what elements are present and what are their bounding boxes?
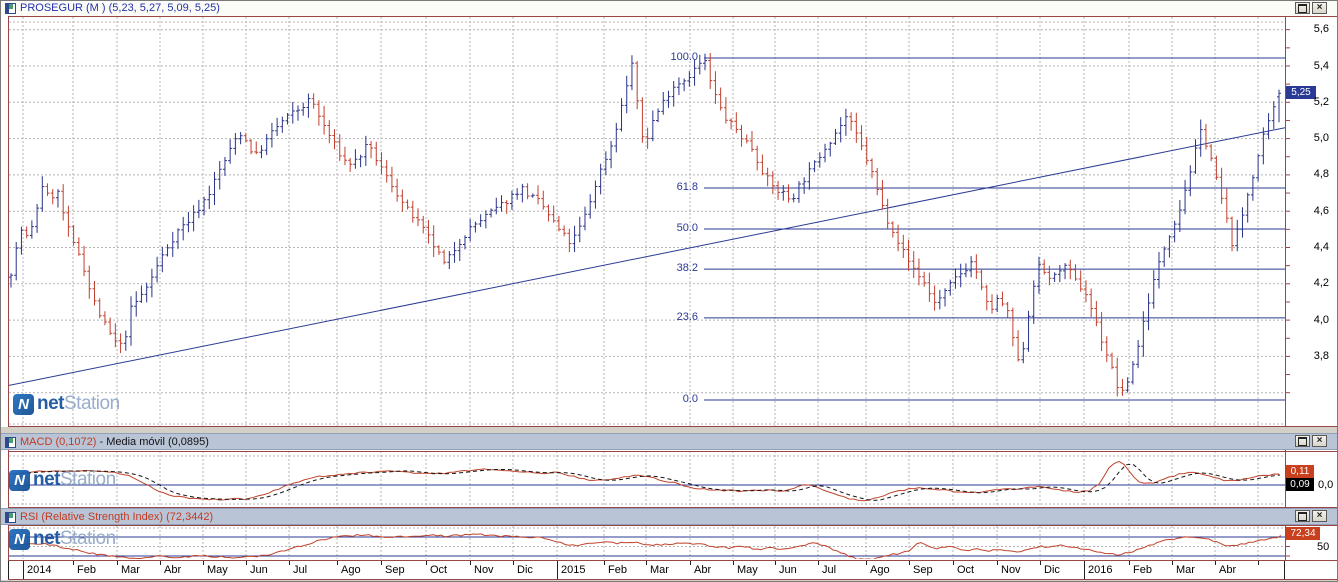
time-axis-label: Ago [870, 564, 890, 576]
time-axis-label: Mar [121, 564, 140, 576]
time-axis-label: Jun [779, 564, 797, 576]
chart-window-icon [5, 3, 16, 14]
close-button-rsi[interactable]: × [1312, 510, 1327, 522]
time-axis-label: Abr [1219, 564, 1236, 576]
rsi-panel-icon [5, 512, 16, 523]
month-tick [1040, 561, 1041, 565]
month-tick [690, 561, 691, 565]
time-axis-label: Feb [1133, 564, 1152, 576]
time-axis-label: Abr [164, 564, 181, 576]
month-tick [775, 561, 776, 565]
main-title-bar: PROSEGUR (M ) (5,23, 5,27, 5,09, 5,25) [1, 1, 1338, 16]
time-axis-label: 2014 [27, 564, 51, 576]
close-button-macd[interactable]: × [1312, 435, 1327, 447]
macd-subtitle: Media móvil (0,0895) [106, 436, 209, 448]
year-divider [557, 561, 558, 579]
rsi-header: RSI (Relative Strength Index) (72,3442) [1, 508, 1338, 525]
month-tick [953, 561, 954, 565]
year-divider [23, 561, 24, 579]
price-axis[interactable] [1286, 17, 1336, 426]
close-icon: × [1317, 512, 1323, 520]
time-axis-label: Nov [1001, 564, 1021, 576]
time-axis-label: May [737, 564, 758, 576]
time-axis-label: Oct [430, 564, 447, 576]
rsi-title: RSI (Relative Strength Index) (72,3442) [20, 511, 213, 523]
macd-zero-label: 0,0 [1318, 479, 1333, 491]
month-tick [1215, 561, 1216, 565]
time-axis-label: May [207, 564, 228, 576]
rsi-value-badge: 72,34 [1286, 527, 1320, 540]
maximize-icon [1298, 437, 1307, 446]
month-tick [289, 561, 290, 565]
time-axis-label: Dic [517, 564, 533, 576]
month-tick [818, 561, 819, 565]
time-axis-label: Oct [957, 564, 974, 576]
month-tick [117, 561, 118, 565]
main-plot-area[interactable] [9, 17, 1285, 426]
time-axis-label: 2015 [561, 564, 585, 576]
close-button-main[interactable]: × [1312, 2, 1327, 14]
month-tick [160, 561, 161, 565]
maximize-button-main[interactable] [1295, 2, 1310, 14]
close-icon: × [1317, 4, 1323, 12]
month-tick [1129, 561, 1130, 565]
netstation-window: PROSEGUR (M ) (5,23, 5,27, 5,09, 5,25) ×… [0, 0, 1338, 582]
window-title: PROSEGUR (M ) (5,23, 5,27, 5,09, 5,25) [20, 2, 220, 14]
month-tick [470, 561, 471, 565]
month-tick [246, 561, 247, 565]
month-tick [1258, 561, 1259, 565]
macd-title: MACD (0,1072) - Media móvil (0,0895) [20, 436, 209, 448]
time-axis-label: Feb [77, 564, 96, 576]
month-tick [73, 561, 74, 565]
rsi-mid-label: 50 [1317, 541, 1329, 553]
axis-edge-divider [8, 561, 9, 579]
maximize-button-rsi[interactable] [1295, 510, 1310, 522]
time-axis: 2014 Feb Mar Abr May Jun Jul Ago Sep Oct Nov Dic 201… [1, 561, 1338, 579]
macd-panel-icon [5, 437, 16, 448]
month-tick [513, 561, 514, 565]
month-tick [337, 561, 338, 565]
time-axis-label: Sep [913, 564, 933, 576]
time-axis-label: Sep [385, 564, 405, 576]
time-axis-label: Mar [1176, 564, 1195, 576]
macd-header: MACD (0,1072) - Media móvil (0,0895) [1, 433, 1338, 450]
time-axis-label: Feb [608, 564, 627, 576]
axis-edge-divider [1284, 561, 1285, 579]
month-tick [1172, 561, 1173, 565]
year-divider [1084, 561, 1085, 579]
month-tick [604, 561, 605, 565]
rsi-plot-area[interactable] [9, 526, 1285, 559]
month-tick [203, 561, 204, 565]
time-axis-label: Abr [694, 564, 711, 576]
time-axis-label: Jul [822, 564, 836, 576]
month-tick [381, 561, 382, 565]
month-tick [909, 561, 910, 565]
macd-value-badge: 0,11 [1286, 465, 1314, 478]
time-axis-label: Jul [293, 564, 307, 576]
month-tick [997, 561, 998, 565]
maximize-icon [1298, 4, 1307, 13]
maximize-icon [1298, 512, 1307, 521]
time-axis-label: 2016 [1088, 564, 1112, 576]
time-axis-label: Dic [1044, 564, 1060, 576]
month-tick [733, 561, 734, 565]
maximize-button-macd[interactable] [1295, 435, 1310, 447]
month-tick [426, 561, 427, 565]
macd-title-separator: - [99, 436, 103, 448]
close-icon: × [1317, 437, 1323, 445]
month-tick [646, 561, 647, 565]
time-axis-label: Nov [474, 564, 494, 576]
macd-signal-badge: 0,09 [1286, 478, 1314, 491]
month-tick [866, 561, 867, 565]
time-axis-label: Jun [250, 564, 268, 576]
time-axis-label: Ago [341, 564, 361, 576]
time-axis-label: Mar [650, 564, 669, 576]
macd-plot-area[interactable] [9, 451, 1285, 507]
